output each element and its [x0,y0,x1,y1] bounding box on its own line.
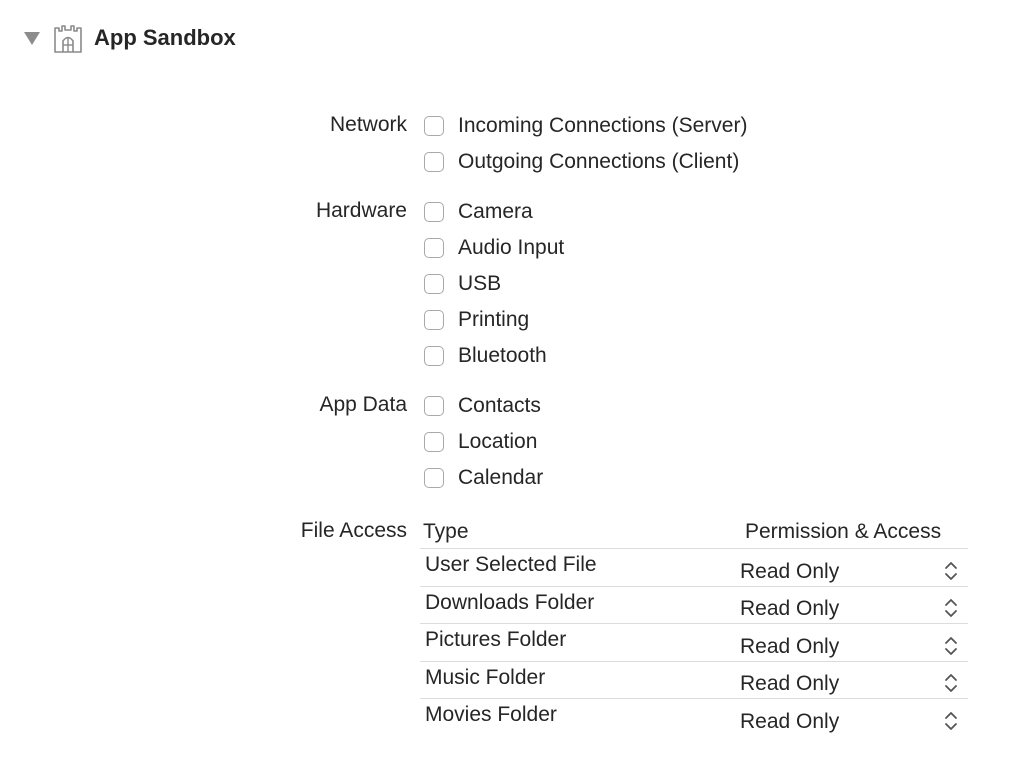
checkbox-label: Bluetooth [458,344,547,367]
app-data-label: App Data [319,393,407,416]
permission-popup-button[interactable]: Read Only [736,624,968,661]
printing-checkbox[interactable]: Printing [424,306,529,334]
location-checkbox[interactable]: Location [424,428,537,456]
table-row: Movies Folder Read Only [420,699,968,736]
checkbox-box[interactable] [424,310,444,330]
section-header: App Sandbox [24,20,236,56]
checkbox-box[interactable] [424,152,444,172]
checkbox-label: Audio Input [458,236,565,259]
table-row: User Selected File Read Only [420,549,968,587]
checkbox-box[interactable] [424,432,444,452]
up-down-chevron-icon [944,635,958,657]
table-header: Type Permission & Access [420,516,968,549]
permission-value: Read Only [740,559,840,583]
checkbox-box[interactable] [424,396,444,416]
up-down-chevron-icon [944,560,958,582]
permission-popup-button[interactable]: Read Only [736,587,968,624]
disclosure-triangle-icon[interactable] [24,31,40,45]
up-down-chevron-icon [944,710,958,732]
checkbox-label: Printing [458,308,530,331]
permission-value: Read Only [740,709,840,733]
checkbox-label: Calendar [458,466,544,489]
row-type: Music Folder [425,665,546,689]
permission-value: Read Only [740,672,840,695]
row-type: User Selected File [425,553,597,576]
incoming-connections-checkbox[interactable]: Incoming Connections (Server) [424,112,747,140]
app-sandbox-panel: App Sandbox Network Incoming Connections… [0,0,1018,760]
checkbox-box[interactable] [424,468,444,488]
row-type: Movies Folder [425,703,557,726]
permission-value: Read Only [740,597,840,620]
checkbox-label: Outgoing Connections (Client) [458,150,740,173]
column-header-type[interactable]: Type [420,520,745,544]
checkbox-label: USB [458,272,502,295]
table-row: Downloads Folder Read Only [420,587,968,624]
checkbox-box[interactable] [424,346,444,366]
permission-popup-button[interactable]: Read Only [736,549,968,586]
checkbox-box[interactable] [424,274,444,294]
bluetooth-checkbox[interactable]: Bluetooth [424,342,547,370]
up-down-chevron-icon [944,597,958,619]
file-access-label: File Access [300,519,407,542]
checkbox-box[interactable] [424,202,444,222]
network-label: Network [329,113,407,136]
table-row: Music Folder Read Only [420,662,968,699]
checkbox-box[interactable] [424,116,444,136]
row-type: Pictures Folder [425,628,567,651]
outgoing-connections-checkbox[interactable]: Outgoing Connections (Client) [424,148,739,176]
checkbox-label: Incoming Connections (Server) [458,114,748,137]
checkbox-box[interactable] [424,238,444,258]
section-title: App Sandbox [94,25,236,50]
checkbox-label: Camera [458,200,533,223]
permission-popup-button[interactable]: Read Only [736,662,968,699]
table-row: Pictures Folder Read Only [420,624,968,662]
up-down-chevron-icon [944,672,958,694]
audio-input-checkbox[interactable]: Audio Input [424,234,564,262]
file-access-table: Type Permission & Access User Selected F… [420,516,968,736]
hardware-label: Hardware [315,199,407,222]
permission-value: Read Only [740,634,840,658]
contacts-checkbox[interactable]: Contacts [424,392,541,420]
checkbox-label: Contacts [458,394,541,417]
calendar-checkbox[interactable]: Calendar [424,464,543,492]
usb-checkbox[interactable]: USB [424,270,501,298]
castle-icon [52,22,84,54]
permission-popup-button[interactable]: Read Only [736,699,968,736]
checkbox-label: Location [458,430,538,453]
column-header-permission[interactable]: Permission & Access [745,520,968,544]
row-type: Downloads Folder [425,590,595,614]
camera-checkbox[interactable]: Camera [424,198,533,226]
